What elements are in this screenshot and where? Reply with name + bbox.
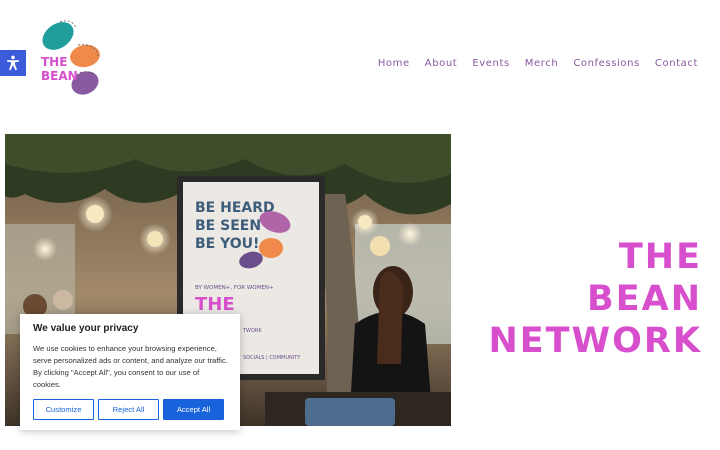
reject-all-button[interactable]: Reject All	[98, 399, 159, 420]
hero-title-line-3: NETWORK	[488, 321, 702, 361]
hero-title-line-2: BEAN	[587, 279, 702, 319]
cookie-banner: We value your privacy We use cookies to …	[20, 314, 240, 430]
poster-headline-3: BE YOU!	[195, 236, 259, 252]
accessibility-icon	[7, 55, 19, 71]
hero-title-line-1: THE	[618, 237, 702, 277]
hero-title: THE BEAN NETWORK	[488, 236, 702, 362]
nav-events[interactable]: Events	[472, 58, 509, 69]
accept-all-button[interactable]: Accept All	[163, 399, 224, 420]
cookie-actions: Customize Reject All Accept All	[33, 399, 228, 420]
cookie-body: We use cookies to enhance your browsing …	[33, 344, 228, 389]
site-logo[interactable]: THE BEAN	[38, 16, 104, 100]
poster-tagline: BY WOMEN+, FOR WOMEN+	[195, 285, 274, 291]
cookie-title: We value your privacy	[33, 323, 139, 334]
poster-footer: SOCIALS | COMMUNITY	[243, 355, 301, 361]
nav-merch[interactable]: Merch	[525, 58, 559, 69]
nav-home[interactable]: Home	[378, 58, 410, 69]
main-nav: Home About Events Merch Confessions Cont…	[378, 58, 698, 69]
nav-contact[interactable]: Contact	[655, 58, 698, 69]
nav-confessions[interactable]: Confessions	[573, 58, 640, 69]
customize-button[interactable]: Customize	[33, 399, 94, 420]
nav-about[interactable]: About	[425, 58, 458, 69]
poster-brand: THE	[195, 294, 235, 315]
poster-network: TWORK	[242, 328, 262, 334]
poster-headline-2: BE SEEN	[195, 218, 261, 234]
logo-text-the: THE	[41, 55, 67, 69]
logo-text-bean: BEAN	[41, 69, 78, 83]
accessibility-button[interactable]	[0, 50, 26, 76]
